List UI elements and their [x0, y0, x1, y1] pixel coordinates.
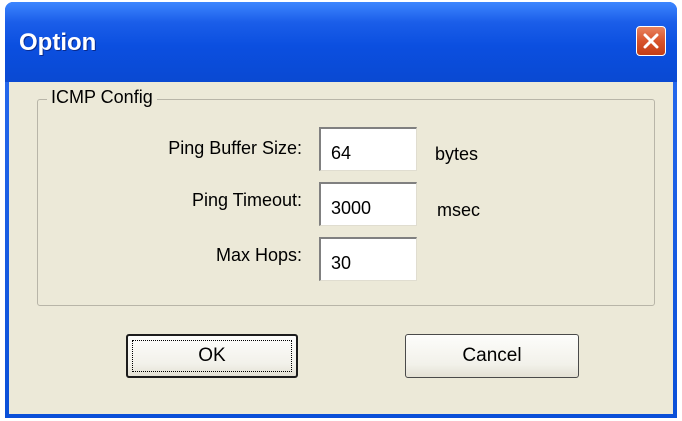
ping-timeout-input[interactable]	[319, 182, 417, 226]
close-icon	[643, 33, 659, 49]
bytes-unit-label: bytes	[435, 144, 479, 164]
option-dialog: Option ICMP Config Ping Buffer Size: byt…	[5, 2, 677, 418]
msec-unit-label: msec	[437, 200, 481, 220]
ok-button[interactable]: OK	[126, 334, 298, 378]
title-bar[interactable]: Option	[5, 2, 677, 82]
focus-rect	[132, 340, 292, 372]
ping-timeout-label: Ping Timeout:	[191, 190, 302, 210]
ping-buffer-size-input[interactable]	[319, 127, 417, 171]
close-button[interactable]	[636, 26, 666, 56]
dialog-title: Option	[19, 29, 97, 56]
cancel-button-label: Cancel	[462, 345, 522, 366]
max-hops-label: Max Hops:	[215, 245, 302, 265]
group-legend: ICMP Config	[47, 87, 157, 108]
dialog-body: ICMP Config Ping Buffer Size: bytes Ping…	[9, 82, 673, 414]
cancel-button[interactable]: Cancel	[405, 334, 579, 378]
max-hops-input[interactable]	[319, 237, 417, 281]
ping-buffer-size-label: Ping Buffer Size:	[168, 138, 302, 158]
